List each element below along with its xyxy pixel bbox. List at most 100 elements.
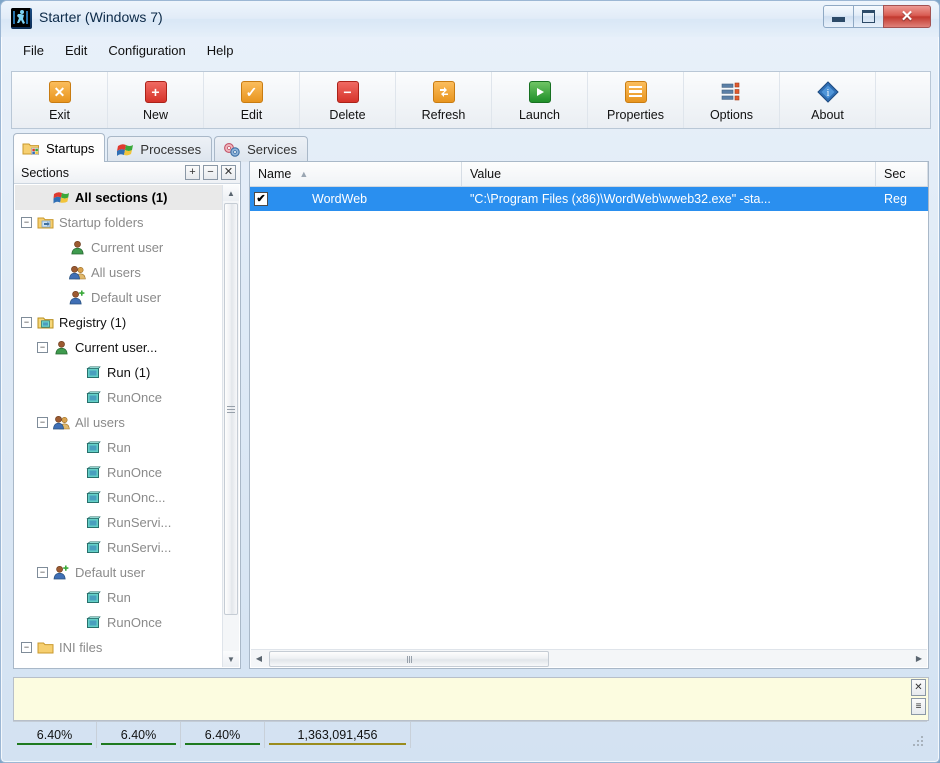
tab-services[interactable]: Services: [214, 136, 308, 162]
menu-item-file[interactable]: File: [14, 40, 53, 61]
column-header-label: Name: [258, 167, 292, 181]
toolbar-label-refresh: Refresh: [421, 107, 466, 122]
menu-bar: File Edit Configuration Help: [2, 37, 938, 63]
toolbar-label-about: About: [811, 107, 844, 122]
info-panel-text: [14, 678, 928, 686]
registry-key-icon: [84, 515, 102, 530]
tree-item[interactable]: RunOnce: [15, 460, 223, 485]
toolbar-button-about[interactable]: i About: [780, 72, 876, 128]
registry-key-icon: [84, 440, 102, 455]
registry-key-icon: [84, 365, 102, 380]
tab-startups[interactable]: Startups: [13, 133, 106, 162]
tree-item-label: Registry (1): [59, 315, 127, 330]
sections-tree-scrollbar[interactable]: ▲ ▼: [222, 185, 239, 667]
tree-item[interactable]: Run: [15, 585, 223, 610]
tree-collapse-icon[interactable]: −: [37, 567, 48, 578]
tree-collapse-icon[interactable]: −: [21, 642, 32, 653]
scroll-left-button[interactable]: ◀: [251, 650, 267, 666]
scroll-thumb[interactable]: [224, 203, 238, 615]
toolbar-button-launch[interactable]: Launch: [492, 72, 588, 128]
menu-item-configuration[interactable]: Configuration: [99, 40, 194, 61]
column-header-sec[interactable]: Sec: [876, 162, 928, 186]
tree-item[interactable]: Run: [15, 435, 223, 460]
processes-flag-icon: [116, 142, 134, 157]
tree-collapse-icon[interactable]: −: [21, 317, 32, 328]
tree-item-label: All users: [91, 265, 141, 280]
maximize-button[interactable]: [853, 5, 884, 28]
scroll-right-button[interactable]: ▶: [911, 650, 927, 666]
tree-item[interactable]: − Default user: [15, 560, 223, 585]
tree-collapse-icon[interactable]: −: [37, 342, 48, 353]
toolbar-button-delete[interactable]: − Delete: [300, 72, 396, 128]
close-sections-button[interactable]: ✕: [221, 165, 236, 180]
registry-key-icon: [84, 465, 102, 480]
toolbar-label-options: Options: [709, 107, 754, 122]
toolbar-button-refresh[interactable]: Refresh: [396, 72, 492, 128]
tree-item[interactable]: RunServi...: [15, 535, 223, 560]
status-cell: 6.40%: [13, 722, 97, 748]
tree-item-label: Default user: [75, 565, 146, 580]
tree-item[interactable]: All sections (1): [15, 185, 223, 210]
status-value: 6.40%: [204, 728, 241, 742]
tree-item[interactable]: − INI files: [15, 635, 223, 660]
tree-item[interactable]: − All users: [15, 410, 223, 435]
registry-key-icon: [84, 615, 102, 630]
column-header-name[interactable]: Name ▲: [250, 162, 462, 186]
tree-collapse-icon[interactable]: −: [37, 417, 48, 428]
menu-item-edit[interactable]: Edit: [56, 40, 96, 61]
tab-label-services: Services: [247, 142, 297, 157]
toolbar-button-new[interactable]: + New: [108, 72, 204, 128]
tree-item[interactable]: Current user: [15, 235, 223, 260]
toolbar-button-edit[interactable]: ✓ Edit: [204, 72, 300, 128]
tab-bar: Startups Processes Services: [13, 133, 310, 162]
info-menu-button[interactable]: ≡: [911, 698, 926, 715]
hscroll-grip-icon: [406, 655, 412, 663]
tree-item[interactable]: − Current user...: [15, 335, 223, 360]
scroll-grip-icon: [227, 404, 235, 415]
tree-expander-placeholder: [69, 467, 80, 478]
tree-item[interactable]: − Startup folders: [15, 210, 223, 235]
tree-item-label: Startup folders: [59, 215, 144, 230]
delete-icon: −: [336, 80, 359, 103]
table-row[interactable]: ✔ WordWeb "C:\Program Files (x86)\WordWeb\…: [250, 187, 928, 211]
window-controls: ✕: [823, 5, 931, 28]
close-button[interactable]: ✕: [883, 5, 931, 28]
tree-item[interactable]: RunServi...: [15, 510, 223, 535]
users-icon: [68, 265, 86, 280]
tree-item[interactable]: Run (1): [15, 360, 223, 385]
tree-item[interactable]: RunOnce: [15, 610, 223, 635]
tree-collapse-icon[interactable]: −: [21, 217, 32, 228]
toolbar-button-properties[interactable]: Properties: [588, 72, 684, 128]
menu-item-help[interactable]: Help: [198, 40, 243, 61]
cell-name: ✔ WordWeb: [250, 192, 462, 206]
expand-all-button[interactable]: +: [185, 165, 200, 180]
list-horizontal-scrollbar[interactable]: ◀ ▶: [251, 649, 927, 667]
tree-expander-placeholder: [37, 192, 48, 203]
scroll-down-button[interactable]: ▼: [223, 651, 239, 667]
toolbar-button-options[interactable]: Options: [684, 72, 780, 128]
hscroll-thumb[interactable]: [269, 651, 549, 667]
tree-item[interactable]: RunOnce: [15, 385, 223, 410]
close-info-button[interactable]: ✕: [911, 679, 926, 696]
tree-item[interactable]: RunOnc...: [15, 485, 223, 510]
resize-grip-icon[interactable]: [911, 734, 923, 746]
tree-item[interactable]: All users: [15, 260, 223, 285]
tree-item[interactable]: Default user: [15, 285, 223, 310]
collapse-all-button[interactable]: −: [203, 165, 218, 180]
tree-item[interactable]: − Registry (1): [15, 310, 223, 335]
tree-expander-placeholder: [69, 442, 80, 453]
sections-header: Sections + − ✕: [14, 162, 240, 184]
user-icon: [52, 340, 70, 355]
tab-processes[interactable]: Processes: [107, 136, 213, 162]
tree-item-label: RunServi...: [107, 515, 172, 530]
column-header-value[interactable]: Value: [462, 162, 876, 186]
startup-folder-icon: [36, 215, 54, 230]
minimize-button[interactable]: [823, 5, 854, 28]
toolbar-button-exit[interactable]: ✕ Exit: [12, 72, 108, 128]
row-checkbox[interactable]: ✔: [254, 192, 268, 206]
scroll-up-button[interactable]: ▲: [223, 185, 239, 201]
list-body[interactable]: ✔ WordWeb "C:\Program Files (x86)\WordWeb\…: [250, 187, 928, 211]
new-icon: +: [144, 80, 167, 103]
sections-tree[interactable]: All sections (1) − Startup folders Current …: [15, 185, 223, 667]
